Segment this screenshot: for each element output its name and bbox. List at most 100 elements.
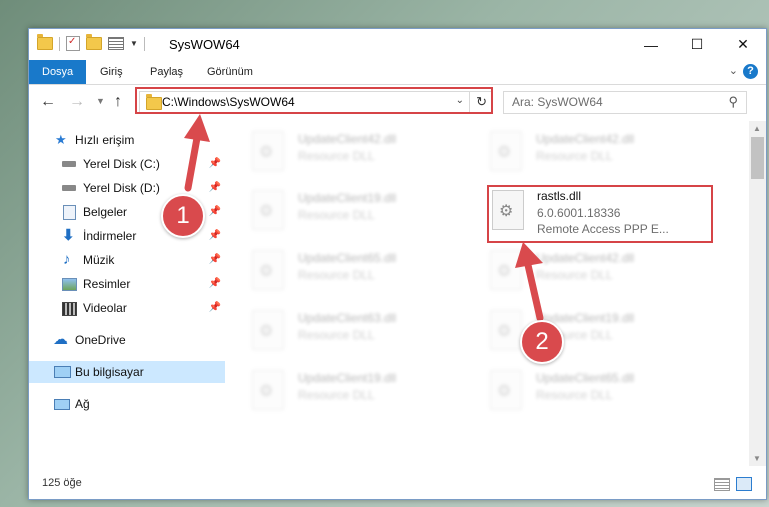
sidebar-item-quick-access[interactable]: ★ Hızlı erişim [29,129,225,151]
pin-icon[interactable]: 📌 [209,249,221,271]
view-options-icon[interactable] [108,37,124,50]
large-icons-view-icon[interactable] [736,477,752,491]
dll-file-icon [490,250,522,290]
window-title: SysWOW64 [169,37,240,52]
scrollbar-thumb[interactable] [751,137,764,179]
file-type: Resource DLL [298,388,375,402]
sidebar-item-pictures[interactable]: Resimler 📌 [29,273,225,295]
search-icon[interactable]: ⚲ [728,94,738,110]
dll-file-icon [490,131,522,171]
cloud-icon: ☁ [53,331,68,348]
file-name: UpdateClient19.dll [298,191,397,205]
navigation-pane: ★ Hızlı erişim Yerel Disk (C:) 📌 Yerel D… [29,121,225,461]
file-type: Resource DLL [298,208,375,222]
properties-icon[interactable] [66,36,80,51]
list-item[interactable]: UpdateClient42.dll Resource DLL [488,248,718,296]
pin-icon[interactable]: 📌 [209,225,221,247]
recent-locations-icon[interactable]: ▼ [96,96,105,106]
ribbon-expand-icon[interactable]: ⌄ [729,64,738,77]
file-type: Resource DLL [536,149,613,163]
forward-arrow-icon[interactable]: → [69,93,85,111]
divider [59,36,60,51]
pin-icon[interactable]: 📌 [209,153,221,175]
list-item[interactable]: UpdateClient19.dll Resource DLL [250,188,480,236]
drive-icon [62,185,76,191]
sidebar-item-onedrive[interactable]: ☁ OneDrive [29,329,225,351]
file-type: Resource DLL [298,149,375,163]
sidebar-item-label: Videolar [83,301,127,315]
chevron-down-icon[interactable]: ▼ [130,39,138,48]
file-name: UpdateClient19.dll [298,371,397,385]
file-name: UpdateClient42.dll [536,251,635,265]
file-name: UpdateClient42.dll [536,132,635,146]
pin-icon[interactable]: 📌 [209,201,221,223]
tab-home[interactable]: Giriş [87,60,136,84]
list-item[interactable]: UpdateClient63.dll Resource DLL [250,308,480,356]
scroll-down-icon[interactable]: ▼ [753,454,761,463]
sidebar-item-network[interactable]: Ağ [29,393,225,415]
music-icon: ♪ [63,251,71,268]
file-name: UpdateClient65.dll [298,251,397,265]
explorer-window: ▼ SysWOW64 — ☐ ✕ Dosya Giriş Paylaş Görü… [28,28,767,500]
close-button[interactable]: ✕ [720,29,766,60]
drive-icon [62,161,76,167]
minimize-button[interactable]: — [628,29,674,60]
maximize-button[interactable]: ☐ [674,29,720,60]
dll-file-icon [252,131,284,171]
list-item[interactable]: UpdateClient42.dll Resource DLL [488,129,718,177]
star-icon: ★ [55,132,67,147]
download-icon: ⬇ [62,227,75,244]
file-highlight [487,185,713,243]
file-name: UpdateClient42.dll [298,132,397,146]
pin-icon[interactable]: 📌 [209,273,221,295]
scroll-up-icon[interactable]: ▲ [753,124,761,133]
sidebar-item-videos[interactable]: Videolar 📌 [29,297,225,319]
network-icon [54,399,70,410]
sidebar-item-label: Belgeler [83,205,128,219]
list-item[interactable]: UpdateClient19.dll Resource DLL [250,368,480,416]
address-highlight [135,87,493,114]
dll-file-icon [490,310,522,350]
sidebar-item-label: Yerel Disk (C:) [83,157,160,171]
list-item[interactable]: UpdateClient42.dll Resource DLL [250,129,480,177]
callout-badge-2: 2 [520,320,564,364]
file-type: Resource DLL [298,328,375,342]
pin-icon[interactable]: 📌 [209,297,221,319]
file-type: Resource DLL [536,388,613,402]
documents-icon [63,205,76,220]
pin-icon[interactable]: 📌 [209,177,221,199]
ribbon: Dosya Giriş Paylaş Görünüm ⌄ ? [29,60,766,85]
sidebar-item-this-pc[interactable]: Bu bilgisayar [29,361,225,383]
sidebar-item-disk-d[interactable]: Yerel Disk (D:) 📌 [29,177,225,199]
vertical-scrollbar[interactable]: ▲ ▼ [749,121,766,466]
list-item[interactable]: UpdateClient65.dll Resource DLL [488,368,718,416]
sidebar-item-disk-c[interactable]: Yerel Disk (C:) 📌 [29,153,225,175]
sidebar-item-music[interactable]: ♪ Müzik 📌 [29,249,225,271]
tab-share[interactable]: Paylaş [137,60,196,84]
up-arrow-icon[interactable]: ↑ [114,93,122,111]
help-icon[interactable]: ? [743,64,758,79]
item-count: 125 öğe [42,477,82,489]
file-name: UpdateClient63.dll [298,311,397,325]
tab-file[interactable]: Dosya [29,60,87,84]
file-list: UpdateClient42.dll Resource DLL UpdateCl… [226,121,746,461]
pictures-icon [62,278,77,291]
list-item[interactable]: UpdateClient65.dll Resource DLL [250,248,480,296]
status-bar: 125 öğe [29,473,766,497]
title-bar: ▼ SysWOW64 — ☐ ✕ [29,29,766,60]
dll-file-icon [490,370,522,410]
sidebar-item-label: OneDrive [75,333,126,347]
sidebar-item-label: İndirmeler [83,229,137,243]
dll-file-icon [252,370,284,410]
videos-icon [62,302,77,316]
search-input[interactable]: Ara: SysWOW64 ⚲ [503,91,747,114]
file-name: UpdateClient65.dll [536,371,635,385]
navigation-bar: ← → ▼ ↑ C:\Windows\SysWOW64 ⌄ ↻ Ara: Sys… [29,85,766,119]
quick-access-toolbar: ▼ [37,34,145,51]
back-arrow-icon[interactable]: ← [40,93,56,111]
details-view-icon[interactable] [714,478,730,491]
tab-view[interactable]: Görünüm [194,60,266,84]
callout-badge-1: 1 [161,194,205,238]
sidebar-item-label: Ağ [75,397,90,411]
new-folder-icon[interactable] [86,34,102,50]
